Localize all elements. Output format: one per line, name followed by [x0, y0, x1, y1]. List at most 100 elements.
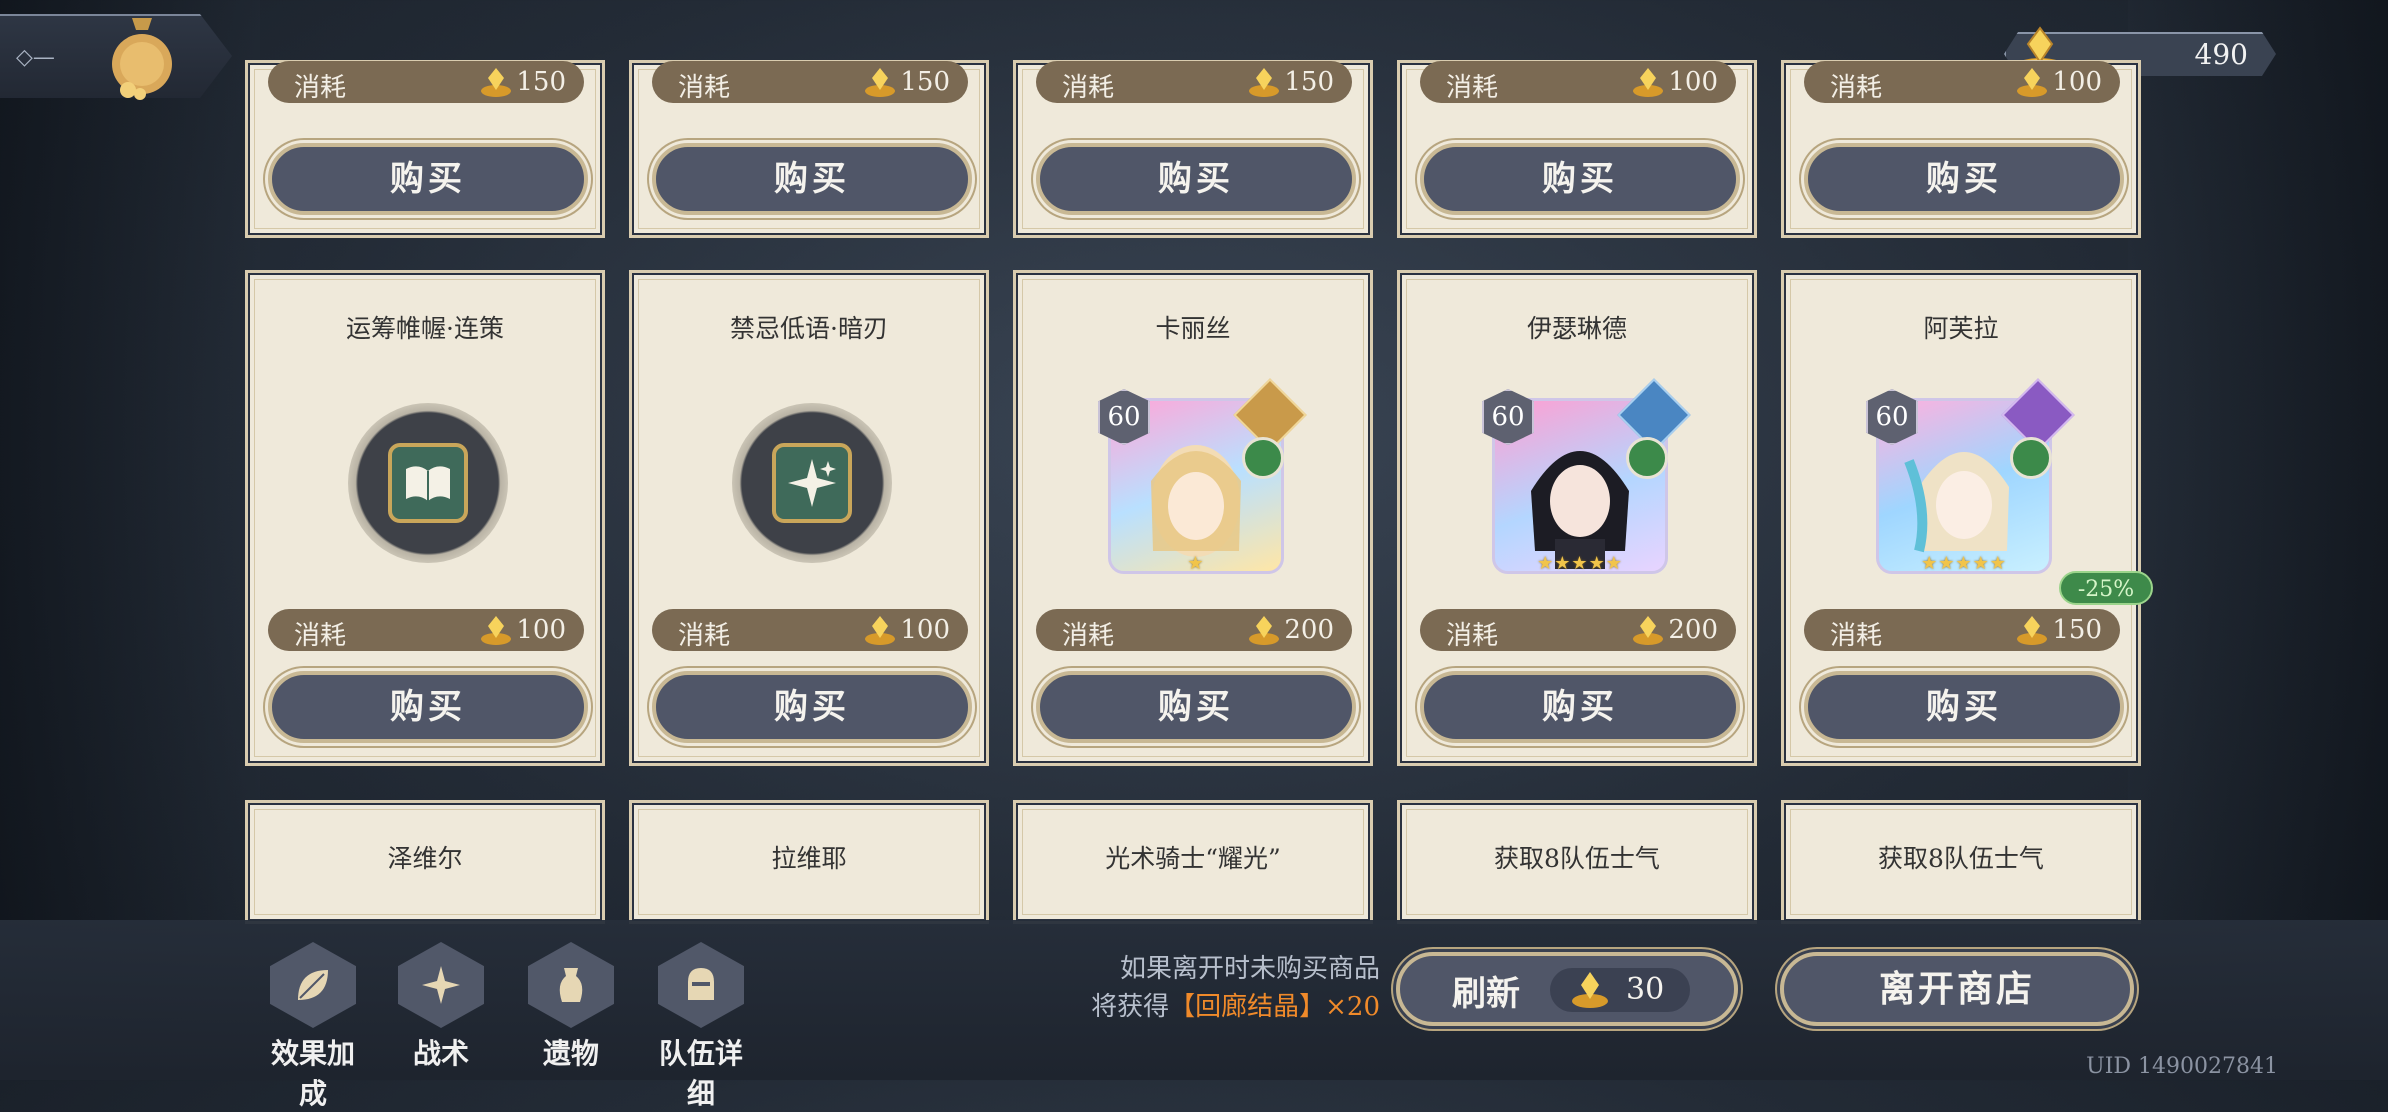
- item-name: 获取8队伍士气: [1878, 844, 2044, 873]
- shop-card: 消耗 100 购买: [1781, 60, 2141, 238]
- cost-bar: 消耗 100: [652, 609, 968, 651]
- cost-value: 100: [1668, 67, 1718, 97]
- cost-label: 消耗: [294, 73, 347, 103]
- shop-card[interactable]: 伊瑟琳德 60 ★★★★★ 消耗 200 购买: [1397, 270, 1757, 766]
- item-name: 伊瑟琳德: [1526, 314, 1627, 343]
- shop-card[interactable]: 获取8队伍士气: [1781, 800, 2141, 924]
- coin-icon: [2014, 64, 2050, 100]
- cost-bar: 消耗 100: [1804, 61, 2120, 103]
- coin-icon: [1630, 612, 1666, 648]
- leave-notice: 如果离开时未购买商品 将获得【回廊结晶】×20: [1010, 950, 1380, 1026]
- buy-button[interactable]: 购买: [1420, 143, 1740, 215]
- fist-icon: [2010, 437, 2052, 479]
- item-name: 拉维耶: [771, 844, 847, 873]
- cost-label: 消耗: [1062, 73, 1115, 103]
- item-name: 卡丽丝: [1155, 314, 1231, 343]
- cost-value: 150: [900, 67, 950, 97]
- notice-highlight: 【回廊结晶】: [1169, 992, 1326, 1022]
- cost-value: 200: [1284, 615, 1334, 645]
- nav-label: 效果加成: [270, 1037, 355, 1110]
- cost-label: 消耗: [1830, 621, 1883, 651]
- item-name: 运筹帷幄·连策: [346, 314, 504, 343]
- shop-grid: 消耗 150 购买 消耗 150 购买 消耗 150 购买 消耗 100 购买 …: [0, 0, 2388, 1080]
- sparkle-icon: [772, 443, 852, 523]
- book-icon: [388, 443, 468, 523]
- shop-card[interactable]: 阿芙拉 60 ★★★★★ -25% 消耗 150 购买: [1781, 270, 2153, 766]
- rarity-stars: ★: [1187, 553, 1205, 574]
- buy-button[interactable]: 购买: [268, 671, 588, 743]
- vase-icon: [528, 942, 614, 1028]
- rarity-stars: ★★★★★: [1537, 553, 1623, 574]
- cost-bar: 消耗 100: [1420, 61, 1736, 103]
- coin-icon: [1246, 64, 1282, 100]
- leaf-icon: [270, 942, 356, 1028]
- notice-suffix: ×20: [1325, 992, 1380, 1022]
- buy-button[interactable]: 购买: [1804, 143, 2124, 215]
- cost-label: 消耗: [1446, 621, 1499, 651]
- coin-icon: [1568, 968, 1612, 1012]
- discount-badge: -25%: [2059, 571, 2153, 605]
- shop-card: 消耗 150 购买: [629, 60, 989, 238]
- refresh-button[interactable]: 刷新 30: [1396, 952, 1738, 1026]
- cost-label: 消耗: [1062, 621, 1115, 651]
- nav-label: 遗物: [542, 1037, 599, 1070]
- buy-button[interactable]: 购买: [652, 143, 972, 215]
- refresh-cost: 30: [1550, 968, 1690, 1012]
- rarity-stars: ★★★★★: [1921, 553, 2007, 574]
- nav-label: 战术: [412, 1037, 469, 1070]
- coin-icon: [862, 64, 898, 100]
- cost-bar: 消耗 150: [652, 61, 968, 103]
- cost-value: 150: [2052, 615, 2102, 645]
- shop-card: 消耗 150 购买: [245, 60, 605, 238]
- notice-line-1: 如果离开时未购买商品: [1119, 954, 1380, 984]
- nav-relics[interactable]: 遗物: [516, 942, 626, 1072]
- cost-value: 100: [2052, 67, 2102, 97]
- fist-icon: [1626, 437, 1668, 479]
- cost-bar: 消耗 150: [1804, 609, 2120, 651]
- buy-button[interactable]: 购买: [652, 671, 972, 743]
- nav-tactics[interactable]: 战术: [386, 942, 496, 1072]
- buy-button[interactable]: 购买: [1804, 671, 2124, 743]
- shop-card[interactable]: 泽维尔: [245, 800, 605, 924]
- shop-card[interactable]: 光术骑士“耀光”: [1013, 800, 1373, 924]
- uid-label: UID 1490027841: [2086, 1054, 2278, 1079]
- fist-icon: [1242, 437, 1284, 479]
- star-burst-icon: [398, 942, 484, 1028]
- cost-value: 150: [1284, 67, 1334, 97]
- shop-card[interactable]: 拉维耶: [629, 800, 989, 924]
- cost-label: 消耗: [1446, 73, 1499, 103]
- coin-icon: [2014, 612, 2050, 648]
- item-name: 泽维尔: [387, 844, 463, 873]
- cost-value: 200: [1668, 615, 1718, 645]
- cost-bar: 消耗 200: [1420, 609, 1736, 651]
- cost-bar: 消耗 100: [268, 609, 584, 651]
- refresh-label: 刷新: [1452, 974, 1520, 1014]
- leave-shop-button[interactable]: 离开商店: [1780, 952, 2134, 1026]
- cost-value: 150: [516, 67, 566, 97]
- item-name: 禁忌低语·暗刃: [730, 314, 888, 343]
- shop-card: 消耗 100 购买: [1397, 60, 1757, 238]
- shop-card[interactable]: 禁忌低语·暗刃 消耗 100 购买: [629, 270, 989, 766]
- item-name: 阿芙拉: [1923, 314, 1999, 343]
- buy-button[interactable]: 购买: [1036, 143, 1356, 215]
- coin-icon: [862, 612, 898, 648]
- buy-button[interactable]: 购买: [1036, 671, 1356, 743]
- buy-button[interactable]: 购买: [1420, 671, 1740, 743]
- nav-team-details[interactable]: 队伍详细: [646, 942, 756, 1112]
- shop-card[interactable]: 运筹帷幄·连策 消耗 100 购买: [245, 270, 605, 766]
- skill-medallion: [732, 403, 892, 563]
- notice-line-2: 将获得【回廊结晶】×20: [1010, 988, 1380, 1026]
- cost-value: 100: [516, 615, 566, 645]
- shop-card[interactable]: 卡丽丝 60 ★ 消耗 200 购买: [1013, 270, 1373, 766]
- coin-icon: [1630, 64, 1666, 100]
- item-name: 获取8队伍士气: [1494, 844, 1660, 873]
- coin-icon: [478, 612, 514, 648]
- shop-card[interactable]: 获取8队伍士气: [1397, 800, 1757, 924]
- coin-icon: [1246, 612, 1282, 648]
- knight-helmet-icon: [658, 942, 744, 1028]
- skill-medallion: [348, 403, 508, 563]
- cost-bar: 消耗 150: [1036, 61, 1352, 103]
- nav-effect-bonus[interactable]: 效果加成: [258, 942, 368, 1112]
- buy-button[interactable]: 购买: [268, 143, 588, 215]
- cost-label: 消耗: [678, 73, 731, 103]
